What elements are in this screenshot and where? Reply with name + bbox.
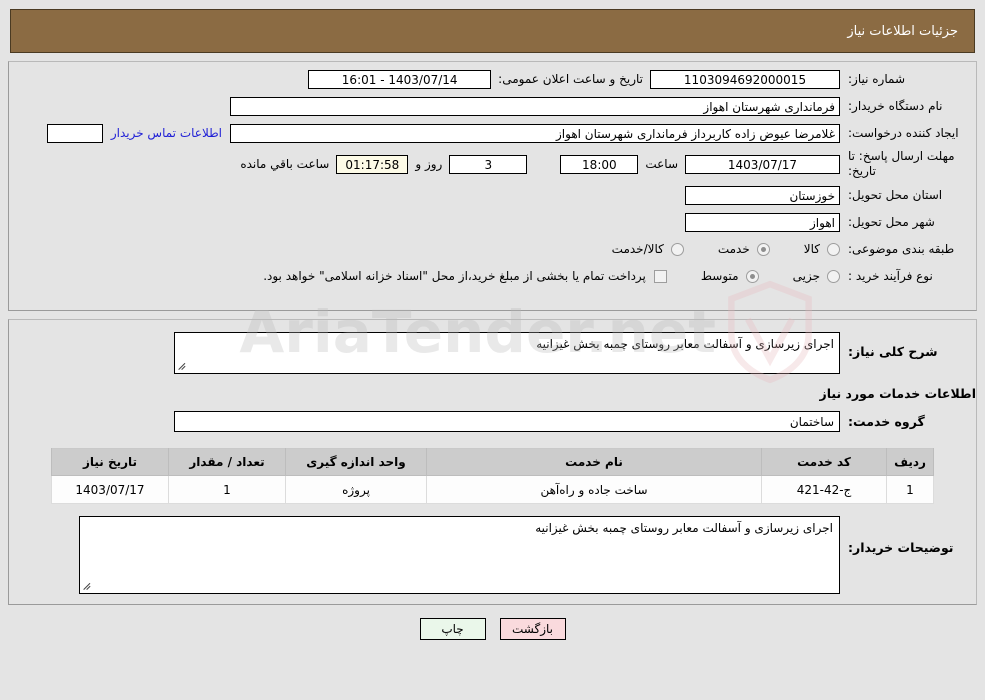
process-radio-jozei[interactable]: جزیی bbox=[793, 269, 840, 283]
announce-label: تاریخ و ساعت اعلان عمومی: bbox=[498, 72, 643, 86]
footer-actions: بازگشت چاپ bbox=[0, 605, 985, 640]
buyer-contact-link[interactable]: اطلاعات تماس خریدار bbox=[103, 126, 230, 140]
need-number-row: شماره نیاز: 1103094692000015 تاریخ و ساع… bbox=[9, 68, 976, 90]
category-label: طبقه بندی موضوعی: bbox=[848, 241, 955, 256]
table-header-row: ردیف کد خدمت نام خدمت واحد اندازه گیری ت… bbox=[51, 448, 934, 476]
creator-label: ایجاد کننده درخواست: bbox=[848, 125, 959, 140]
page-header-bar: جزئیات اطلاعات نیاز bbox=[10, 9, 975, 53]
province-label: استان محل تحویل: bbox=[848, 187, 943, 202]
cell-need-date: 1403/07/17 bbox=[51, 475, 169, 504]
service-group-label: گروه خدمت: bbox=[848, 414, 925, 429]
general-description-label: شرح کلی نیاز: bbox=[848, 344, 938, 359]
deadline-row: مهلت ارسال پاسخ: تا تاریخ: 1403/07/17 سا… bbox=[9, 149, 976, 179]
service-group-value: ساختمان bbox=[174, 411, 840, 432]
radio-icon[interactable] bbox=[756, 242, 770, 256]
general-description-row: شرح کلی نیاز: اجرای زیرسازی و آسفالت معا… bbox=[9, 328, 976, 374]
buyer-org-label: نام دستگاه خریدار: bbox=[848, 98, 943, 113]
col-header-service-code: کد خدمت bbox=[761, 448, 887, 476]
process-row: نوع فرآیند خرید : جزیی متوسط پرداخت تمام… bbox=[9, 265, 976, 287]
general-description-value: اجرای زیرسازی و آسفالت معابر روستای چمبه… bbox=[536, 337, 834, 351]
creator-row: ایجاد کننده درخواست: غلامرضا عیوض زاده ک… bbox=[9, 122, 976, 144]
buyer-org-row: نام دستگاه خریدار: فرمانداری شهرستان اهو… bbox=[9, 95, 976, 117]
deadline-label: مهلت ارسال پاسخ: تا تاریخ: bbox=[848, 149, 955, 178]
page-title: جزئیات اطلاعات نیاز bbox=[847, 23, 958, 39]
payment-note: پرداخت تمام یا بخشی از مبلغ خرید،از محل … bbox=[263, 269, 646, 283]
cell-service-code: ج-42-421 bbox=[761, 475, 887, 504]
deadline-time-value: 18:00 bbox=[560, 154, 639, 174]
buyer-contact-field bbox=[46, 123, 103, 143]
days-label: روز و bbox=[415, 157, 443, 171]
hour-label: ساعت bbox=[645, 157, 678, 171]
general-description-textarea[interactable]: اجرای زیرسازی و آسفالت معابر روستای چمبه… bbox=[174, 332, 840, 374]
process-radio-group: جزیی متوسط bbox=[667, 269, 840, 283]
category-option-label: خدمت bbox=[717, 242, 750, 256]
col-header-radif: ردیف bbox=[886, 448, 934, 476]
need-number-value: 1103094692000015 bbox=[650, 69, 840, 89]
services-table-head: ردیف کد خدمت نام خدمت واحد اندازه گیری ت… bbox=[51, 448, 934, 476]
category-radio-kala-khedmat[interactable]: کالا/خدمت bbox=[612, 242, 684, 256]
creator-value: غلامرضا عیوض زاده کاربرداز فرمانداری شهر… bbox=[230, 123, 840, 143]
radio-icon[interactable] bbox=[670, 242, 684, 256]
buyer-notes-label: توضیحات خریدار: bbox=[848, 540, 954, 555]
radio-icon[interactable] bbox=[827, 242, 840, 256]
countdown-timer: 01:17:58 bbox=[336, 154, 409, 174]
city-row: شهر محل تحویل: اهواز bbox=[9, 211, 976, 233]
cell-unit: پروژه bbox=[285, 475, 427, 504]
radio-icon[interactable] bbox=[827, 269, 840, 283]
process-label: نوع فرآیند خرید : bbox=[848, 268, 933, 283]
col-header-quantity: تعداد / مقدار bbox=[168, 448, 286, 476]
service-group-row: گروه خدمت: ساختمان bbox=[9, 407, 976, 432]
need-number-label: شماره نیاز: bbox=[848, 71, 905, 86]
payment-checkbox[interactable] bbox=[653, 269, 667, 283]
need-details-panel: شرح کلی نیاز: اجرای زیرسازی و آسفالت معا… bbox=[8, 319, 977, 605]
category-radio-kala[interactable]: کالا bbox=[804, 242, 840, 256]
category-radio-group: کالا خدمت کالا/خدمت bbox=[578, 242, 840, 256]
services-table-wrap: ردیف کد خدمت نام خدمت واحد اندازه گیری ت… bbox=[9, 432, 976, 510]
remaining-days-value: 3 bbox=[449, 154, 528, 174]
province-row: استان محل تحویل: خوزستان bbox=[9, 184, 976, 206]
process-option-label: متوسط bbox=[700, 269, 739, 283]
services-table: ردیف کد خدمت نام خدمت واحد اندازه گیری ت… bbox=[51, 448, 934, 504]
buyer-notes-textarea[interactable]: اجرای زیرسازی و آسفالت معابر روستای چمبه… bbox=[79, 516, 840, 594]
category-row: طبقه بندی موضوعی: کالا خدمت کالا/خدمت bbox=[9, 238, 976, 260]
category-option-label: کالا bbox=[803, 242, 820, 256]
cell-service-name: ساخت جاده و راه‌آهن bbox=[426, 475, 762, 504]
province-value: خوزستان bbox=[685, 185, 840, 205]
services-section-header: اطلاعات خدمات مورد نیاز bbox=[9, 374, 977, 407]
col-header-unit: واحد اندازه گیری bbox=[285, 448, 427, 476]
back-button[interactable]: بازگشت bbox=[499, 618, 566, 640]
category-radio-khedmat[interactable]: خدمت bbox=[718, 242, 770, 256]
print-button[interactable]: چاپ bbox=[419, 618, 486, 640]
buyer-org-value: فرمانداری شهرستان اهواز bbox=[230, 96, 840, 116]
col-header-service-name: نام خدمت bbox=[426, 448, 762, 476]
category-option-label: کالا/خدمت bbox=[611, 242, 664, 256]
city-label: شهر محل تحویل: bbox=[848, 214, 935, 229]
deadline-date-value: 1403/07/17 bbox=[685, 154, 840, 174]
cell-quantity: 1 bbox=[168, 475, 286, 504]
city-value: اهواز bbox=[685, 212, 840, 232]
process-radio-motevaset[interactable]: متوسط bbox=[701, 269, 759, 283]
cell-radif: 1 bbox=[886, 475, 934, 504]
process-option-label: جزیی bbox=[792, 269, 820, 283]
table-row: 1 ج-42-421 ساخت جاده و راه‌آهن پروژه 1 1… bbox=[51, 475, 934, 504]
col-header-need-date: تاریخ نیاز bbox=[51, 448, 169, 476]
resize-grip-icon[interactable] bbox=[83, 581, 93, 591]
services-section-title: اطلاعات خدمات مورد نیاز bbox=[819, 386, 977, 401]
buyer-notes-row: توضیحات خریدار: اجرای زیرسازی و آسفالت م… bbox=[9, 510, 976, 596]
need-summary-panel: AriaTender.net شماره نیاز: 1103094692000… bbox=[8, 61, 977, 384]
radio-icon[interactable] bbox=[745, 269, 759, 283]
countdown-label: ساعت باقي مانده bbox=[240, 157, 330, 171]
resize-grip-icon[interactable] bbox=[178, 361, 188, 371]
buyer-notes-value: اجرای زیرسازی و آسفالت معابر روستای چمبه… bbox=[535, 521, 833, 535]
services-table-body: 1 ج-42-421 ساخت جاده و راه‌آهن پروژه 1 1… bbox=[51, 475, 934, 504]
announce-value: 1403/07/14 - 16:01 bbox=[308, 69, 492, 89]
